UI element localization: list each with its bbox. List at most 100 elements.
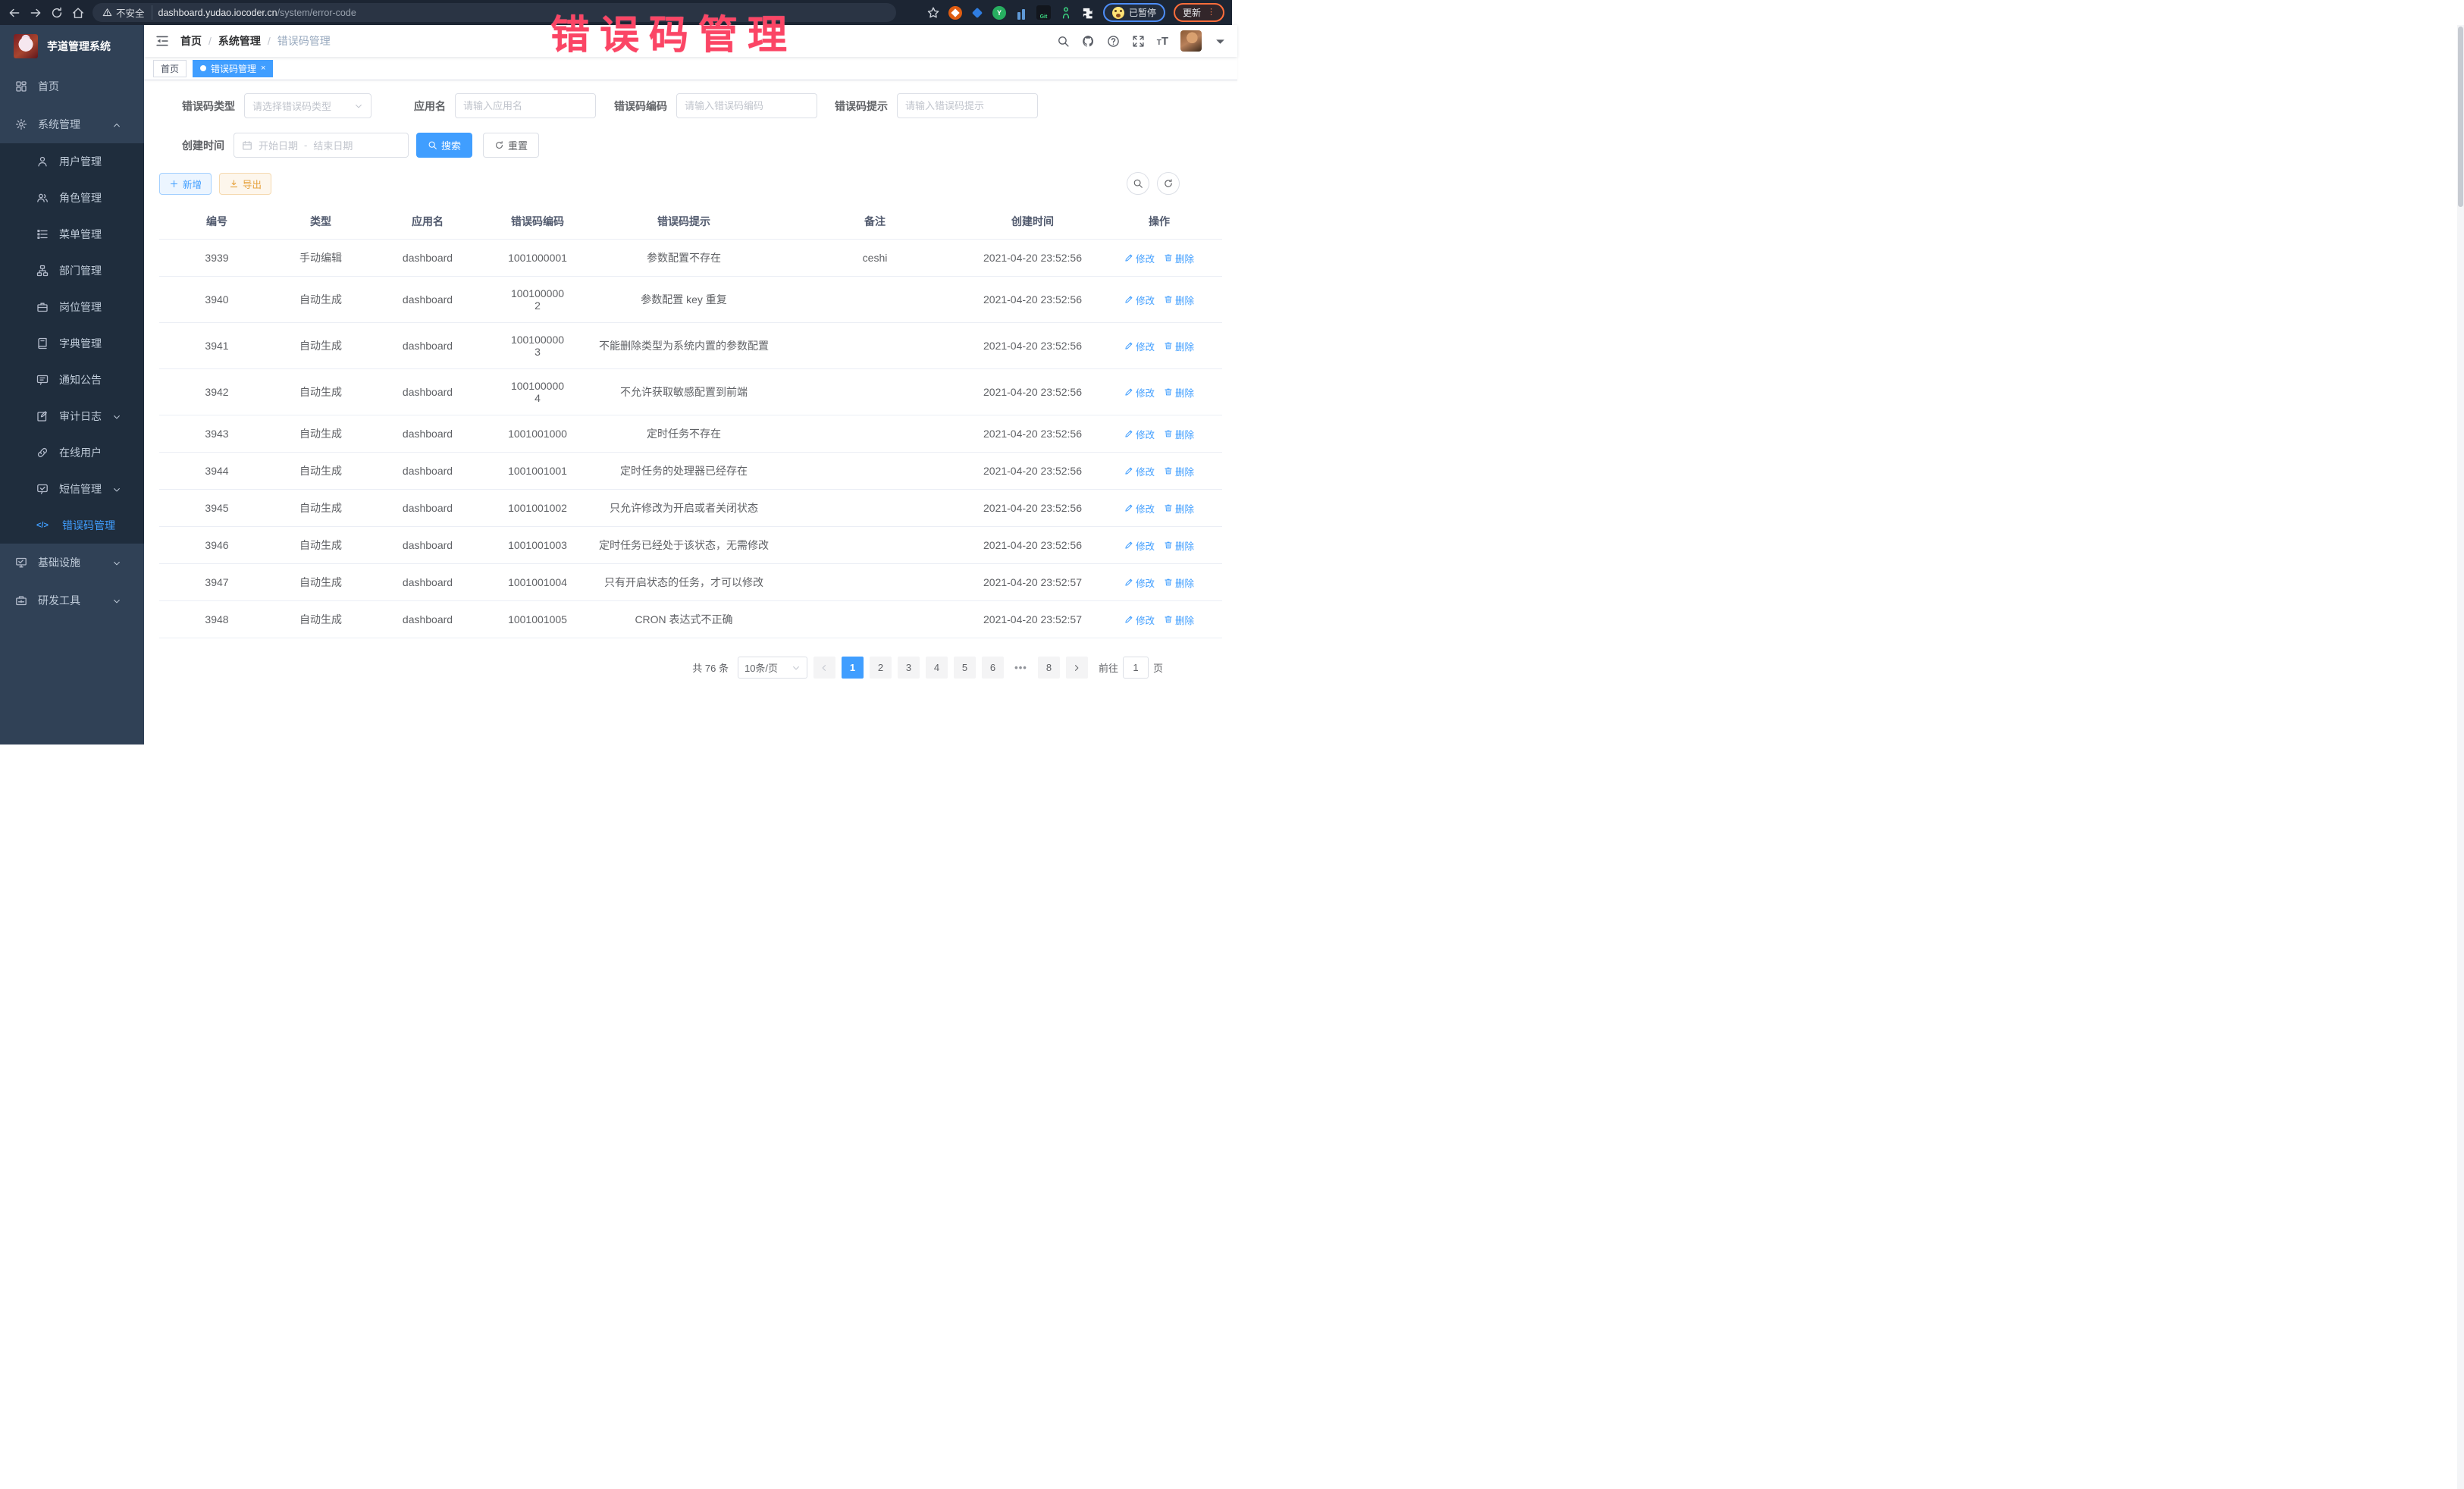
sidebar-item-菜单管理[interactable]: 菜单管理 [0, 216, 144, 252]
pagination-page-5[interactable]: 5 [954, 657, 976, 679]
cell-message: 定时任务不存在 [587, 415, 781, 453]
breadcrumb-item-首页[interactable]: 首页 [180, 33, 202, 49]
show-search-button[interactable] [1127, 172, 1149, 195]
edit-link[interactable]: 修改 [1124, 385, 1155, 400]
cell-app: dashboard [367, 490, 488, 527]
sidebar-item-审计日志[interactable]: 审计日志 [0, 398, 144, 434]
form-field-label: 错误码类型 [182, 99, 235, 114]
browser-back-icon[interactable] [8, 6, 21, 20]
edit-link[interactable]: 修改 [1124, 575, 1155, 590]
edit-link[interactable]: 修改 [1124, 251, 1155, 265]
form-input-错误码提示[interactable] [905, 100, 1030, 111]
add-button[interactable]: 新增 [159, 173, 212, 195]
error-type-select[interactable]: 请选择错误码类型 [244, 93, 371, 118]
pagination-page-1[interactable]: 1 [842, 657, 864, 679]
extension-orange-icon[interactable] [948, 6, 962, 20]
export-button[interactable]: 导出 [219, 173, 271, 195]
pagination-page-4[interactable]: 4 [926, 657, 948, 679]
cell-app: dashboard [367, 323, 488, 369]
extension-person-icon[interactable] [1059, 6, 1073, 20]
edit-link[interactable]: 修改 [1124, 538, 1155, 553]
sidebar-item-系统管理[interactable]: 系统管理 [0, 105, 144, 143]
pagination-page-8[interactable]: 8 [1038, 657, 1060, 679]
fullscreen-icon[interactable] [1132, 35, 1145, 48]
delete-link[interactable]: 删除 [1164, 501, 1194, 516]
table-row: 3946自动生成dashboard1001001003定时任务已经处于该状态，无… [159, 527, 1222, 564]
address-bar[interactable]: 不安全 dashboard.yudao.iocoder.cn/system/er… [92, 3, 896, 22]
github-icon[interactable] [1082, 35, 1095, 48]
form-input-应用名[interactable] [463, 100, 588, 111]
browser-forward-icon[interactable] [29, 6, 42, 20]
page-size-select[interactable]: 10条/页 [738, 657, 807, 679]
edit-link[interactable]: 修改 [1124, 427, 1155, 441]
sidebar-item-用户管理[interactable]: 用户管理 [0, 143, 144, 180]
app-logo-row[interactable]: 芋道管理系统 [0, 25, 144, 67]
delete-link[interactable]: 删除 [1164, 613, 1194, 627]
extension-columns-icon[interactable] [1014, 6, 1028, 20]
security-status[interactable]: 不安全 [102, 5, 152, 20]
delete-link[interactable]: 删除 [1164, 339, 1194, 353]
reset-button[interactable]: 重置 [483, 133, 539, 158]
tab-错误码管理[interactable]: 错误码管理× [193, 60, 273, 77]
edit-link[interactable]: 修改 [1124, 501, 1155, 516]
search-button[interactable]: 搜索 [416, 133, 472, 158]
sidebar-item-在线用户[interactable]: 在线用户 [0, 434, 144, 471]
sidebar-item-研发工具[interactable]: 研发工具 [0, 581, 144, 619]
sidebar-item-岗位管理[interactable]: 岗位管理 [0, 289, 144, 325]
pagination-page-6[interactable]: 6 [982, 657, 1004, 679]
delete-link[interactable]: 删除 [1164, 293, 1194, 307]
refresh-button[interactable] [1157, 172, 1180, 195]
browser-reload-icon[interactable] [50, 6, 64, 20]
pagination-next-button[interactable] [1066, 657, 1088, 679]
tab-close-icon[interactable]: × [261, 64, 265, 73]
delete-link[interactable]: 删除 [1164, 385, 1194, 400]
pagination-prev-button[interactable] [813, 657, 835, 679]
delete-link[interactable]: 删除 [1164, 251, 1194, 265]
delete-link[interactable]: 删除 [1164, 575, 1194, 590]
delete-link[interactable]: 删除 [1164, 538, 1194, 553]
extension-green-y-icon[interactable]: Y [992, 6, 1006, 20]
sidebar-item-错误码管理[interactable]: </>错误码管理 [0, 507, 144, 544]
table-row: 3947自动生成dashboard1001001004只有开启状态的任务，才可以… [159, 564, 1222, 601]
delete-link[interactable]: 删除 [1164, 427, 1194, 441]
browser-update-button[interactable]: 更新 ⋮ [1174, 3, 1224, 22]
form-input-错误码编码[interactable] [685, 100, 809, 111]
goto-page-input[interactable] [1123, 657, 1149, 679]
edit-link[interactable]: 修改 [1124, 339, 1155, 353]
profile-paused-badge[interactable]: 已暂停 [1103, 3, 1165, 22]
pagination-page-2[interactable]: 2 [870, 657, 892, 679]
sidebar-item-字典管理[interactable]: 字典管理 [0, 325, 144, 362]
profile-emoji-avatar [1112, 7, 1124, 19]
pagination-page-3[interactable]: 3 [898, 657, 920, 679]
hamburger-icon[interactable] [155, 33, 170, 49]
extension-gem-icon[interactable] [970, 6, 984, 20]
extension-git-icon[interactable]: Git [1036, 5, 1051, 20]
table-row: 3948自动生成dashboard1001001005CRON 表达式不正确20… [159, 601, 1222, 638]
tab-首页[interactable]: 首页 [153, 60, 187, 77]
avatar-caret-down-icon[interactable] [1214, 35, 1227, 48]
font-size-icon[interactable]: TT [1157, 35, 1168, 48]
user-avatar[interactable] [1180, 30, 1202, 52]
sidebar-item-基础设施[interactable]: 基础设施 [0, 544, 144, 581]
bookmark-star-icon[interactable] [926, 6, 940, 20]
sidebar-item-首页[interactable]: 首页 [0, 67, 144, 105]
breadcrumb-item-系统管理[interactable]: 系统管理 [218, 33, 261, 49]
header-search-icon[interactable] [1057, 35, 1070, 48]
date-range-picker[interactable]: 开始日期-结束日期 [234, 133, 409, 158]
edit-link[interactable]: 修改 [1124, 464, 1155, 478]
table-row: 3943自动生成dashboard1001001000定时任务不存在2021-0… [159, 415, 1222, 453]
browser-menu-kebab-icon[interactable]: ⋮ [1207, 8, 1215, 17]
sidebar-item-角色管理[interactable]: 角色管理 [0, 180, 144, 216]
sidebar-item-短信管理[interactable]: 短信管理 [0, 471, 144, 507]
edit-link[interactable]: 修改 [1124, 293, 1155, 307]
pagination-ellipsis-icon[interactable]: ••• [1010, 662, 1032, 673]
sidebar-item-通知公告[interactable]: 通知公告 [0, 362, 144, 398]
edit-link[interactable]: 修改 [1124, 613, 1155, 627]
browser-home-icon[interactable] [71, 6, 85, 20]
sidebar-item-部门管理[interactable]: 部门管理 [0, 252, 144, 289]
extensions-puzzle-icon[interactable] [1081, 6, 1095, 20]
scrollbar-thumb[interactable] [2458, 27, 2463, 207]
delete-link[interactable]: 删除 [1164, 464, 1194, 478]
help-icon[interactable] [1107, 35, 1120, 48]
pagination-goto: 前往页 [1099, 657, 1163, 679]
